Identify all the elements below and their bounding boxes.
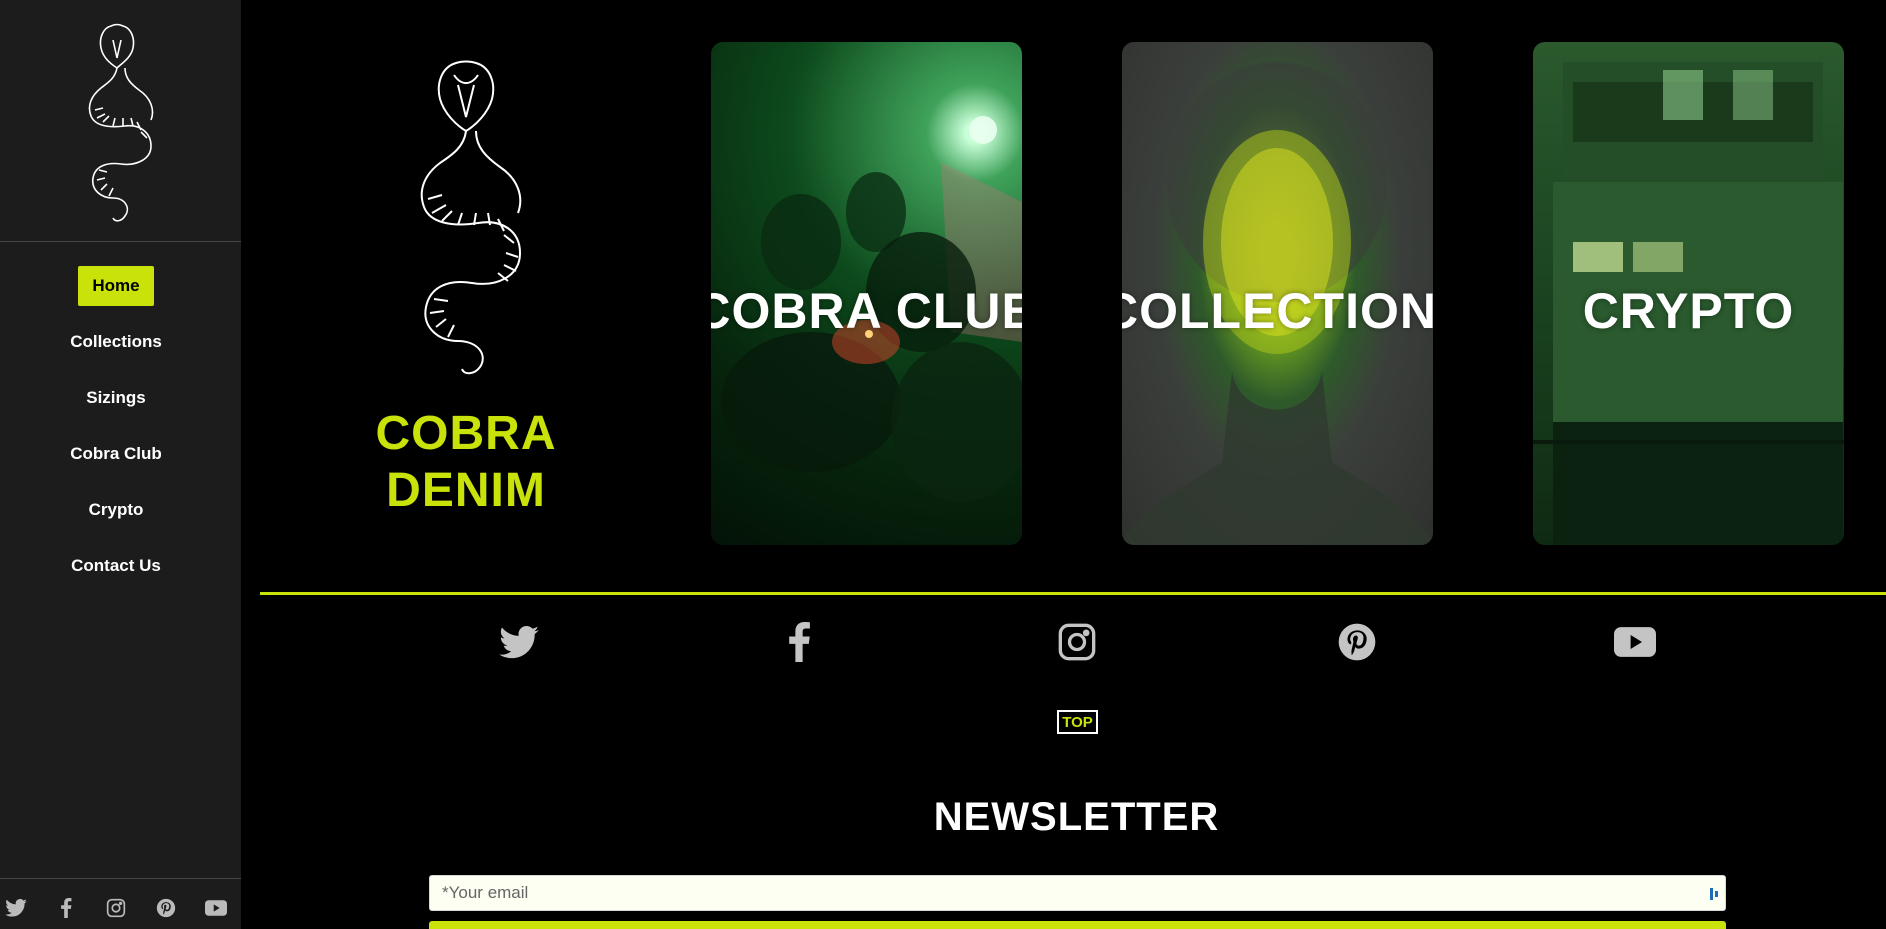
- nav-item-crypto[interactable]: Crypto: [75, 490, 158, 530]
- nav-item-sizings[interactable]: Sizings: [72, 378, 160, 418]
- sidebar-social-divider: [0, 878, 241, 879]
- section-divider: [260, 592, 1886, 595]
- nav-item-cobra-club[interactable]: Cobra Club: [56, 434, 176, 474]
- youtube-icon[interactable]: [1613, 620, 1657, 664]
- nav-item-home[interactable]: Home: [78, 266, 154, 306]
- pinterest-icon[interactable]: [154, 896, 178, 920]
- twitter-icon[interactable]: [4, 896, 28, 920]
- sidebar-nav: Home Collections Sizings Cobra Club Cryp…: [0, 266, 232, 602]
- sidebar-logo[interactable]: [0, 0, 241, 241]
- card-label-cobra-club: COBRA CLUB: [711, 283, 1022, 339]
- instagram-icon[interactable]: [1055, 620, 1099, 664]
- sidebar-social-links: [0, 893, 241, 923]
- instagram-icon[interactable]: [104, 896, 128, 920]
- sidebar-divider: [0, 241, 241, 242]
- card-label-crypto: CRYPTO: [1582, 283, 1795, 339]
- card-label-collections: COLLECTIONS: [1122, 283, 1433, 339]
- brand-title: COBRA DENIM: [321, 405, 611, 519]
- card-collections[interactable]: COLLECTIONS: [1122, 42, 1433, 545]
- brand-title-line1: COBRA: [375, 407, 557, 460]
- card-cobra-club[interactable]: COBRA CLUB: [711, 42, 1022, 545]
- sidebar: Home Collections Sizings Cobra Club Cryp…: [0, 0, 241, 929]
- hero-logo: [386, 55, 556, 385]
- main-content: COBRA DENIM COBRA CLUB COLLECTIONS: [241, 0, 1886, 929]
- card-crypto[interactable]: CRYPTO: [1533, 42, 1844, 545]
- nav-item-contact-us[interactable]: Contact Us: [57, 546, 175, 586]
- facebook-icon[interactable]: [777, 620, 821, 664]
- back-to-top-button[interactable]: TOP: [1057, 710, 1098, 734]
- cobra-logo-icon: [420, 60, 522, 375]
- pinterest-icon[interactable]: [1335, 620, 1379, 664]
- youtube-icon[interactable]: [204, 896, 228, 920]
- nav-item-collections[interactable]: Collections: [56, 322, 176, 362]
- password-manager-icon[interactable]: [1709, 887, 1719, 901]
- newsletter-email-input[interactable]: [429, 875, 1726, 911]
- newsletter-title: NEWSLETTER: [933, 795, 1220, 839]
- newsletter-submit-button[interactable]: [429, 921, 1726, 929]
- cobra-logo-icon: [88, 23, 153, 222]
- facebook-icon[interactable]: [54, 896, 78, 920]
- footer-social-links: [241, 620, 1886, 664]
- brand-title-line2: DENIM: [386, 464, 546, 517]
- twitter-icon[interactable]: [497, 620, 541, 664]
